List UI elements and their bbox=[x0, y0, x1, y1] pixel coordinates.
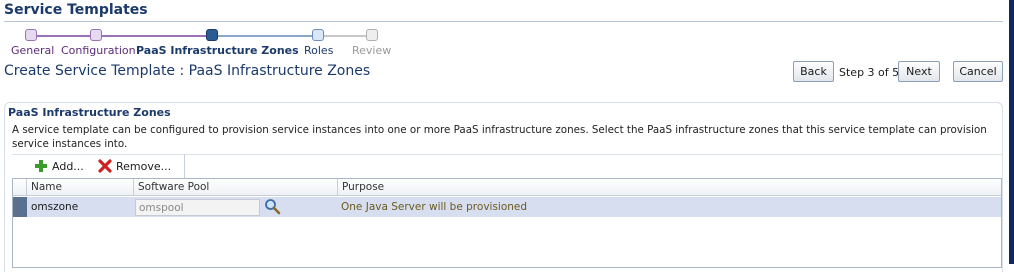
cancel-button[interactable]: Cancel bbox=[953, 61, 1003, 82]
column-header-name[interactable]: Name bbox=[27, 179, 134, 196]
train-label-general[interactable]: General bbox=[11, 44, 54, 57]
train-label-paas-zones: PaaS Infrastructure Zones bbox=[136, 44, 299, 57]
cell-name: omszone bbox=[31, 201, 79, 213]
column-header-purpose[interactable]: Purpose bbox=[338, 179, 1001, 196]
row-header-corner bbox=[13, 179, 27, 196]
back-button[interactable]: Back bbox=[793, 61, 834, 82]
remove-button[interactable]: Remove... bbox=[98, 157, 171, 175]
train-label-roles[interactable]: Roles bbox=[304, 44, 333, 57]
step-indicator: Step 3 of 5 bbox=[839, 66, 900, 79]
column-header-software-pool[interactable]: Software Pool bbox=[134, 179, 338, 196]
page-title: Create Service Template : PaaS Infrastru… bbox=[4, 63, 371, 79]
section-description: A service template can be configured to … bbox=[12, 124, 987, 150]
toolbar-divider bbox=[12, 154, 1002, 155]
train-connector-future bbox=[318, 35, 372, 37]
header-divider bbox=[4, 21, 1003, 22]
toolbar-separator bbox=[184, 154, 185, 179]
train-label-configuration[interactable]: Configuration bbox=[61, 44, 136, 57]
train-connector-done bbox=[96, 35, 212, 37]
magnifier-icon[interactable] bbox=[264, 198, 281, 215]
section-header: PaaS Infrastructure Zones bbox=[8, 106, 171, 119]
cell-purpose: One Java Server will be provisioned bbox=[341, 201, 528, 213]
next-button[interactable]: Next bbox=[898, 61, 940, 82]
train-stop-review bbox=[366, 29, 378, 41]
remove-button-label: Remove... bbox=[116, 159, 172, 173]
train-stop-roles[interactable] bbox=[312, 29, 324, 41]
plus-icon bbox=[34, 159, 48, 173]
train-stop-general[interactable] bbox=[25, 29, 37, 41]
row-selection-marker bbox=[13, 197, 27, 217]
train-stop-configuration[interactable] bbox=[90, 29, 102, 41]
software-pool-input[interactable] bbox=[135, 199, 260, 216]
page-header: Service Templates bbox=[4, 2, 148, 18]
train-stop-paas-zones bbox=[206, 29, 218, 41]
window-edge bbox=[1009, 0, 1014, 264]
add-button-label: Add... bbox=[52, 159, 84, 173]
train-connector-next bbox=[212, 35, 318, 37]
train-connector-done bbox=[36, 35, 96, 37]
train-label-review: Review bbox=[352, 44, 392, 57]
red-x-icon bbox=[98, 159, 112, 173]
add-button[interactable]: Add... bbox=[34, 157, 84, 175]
